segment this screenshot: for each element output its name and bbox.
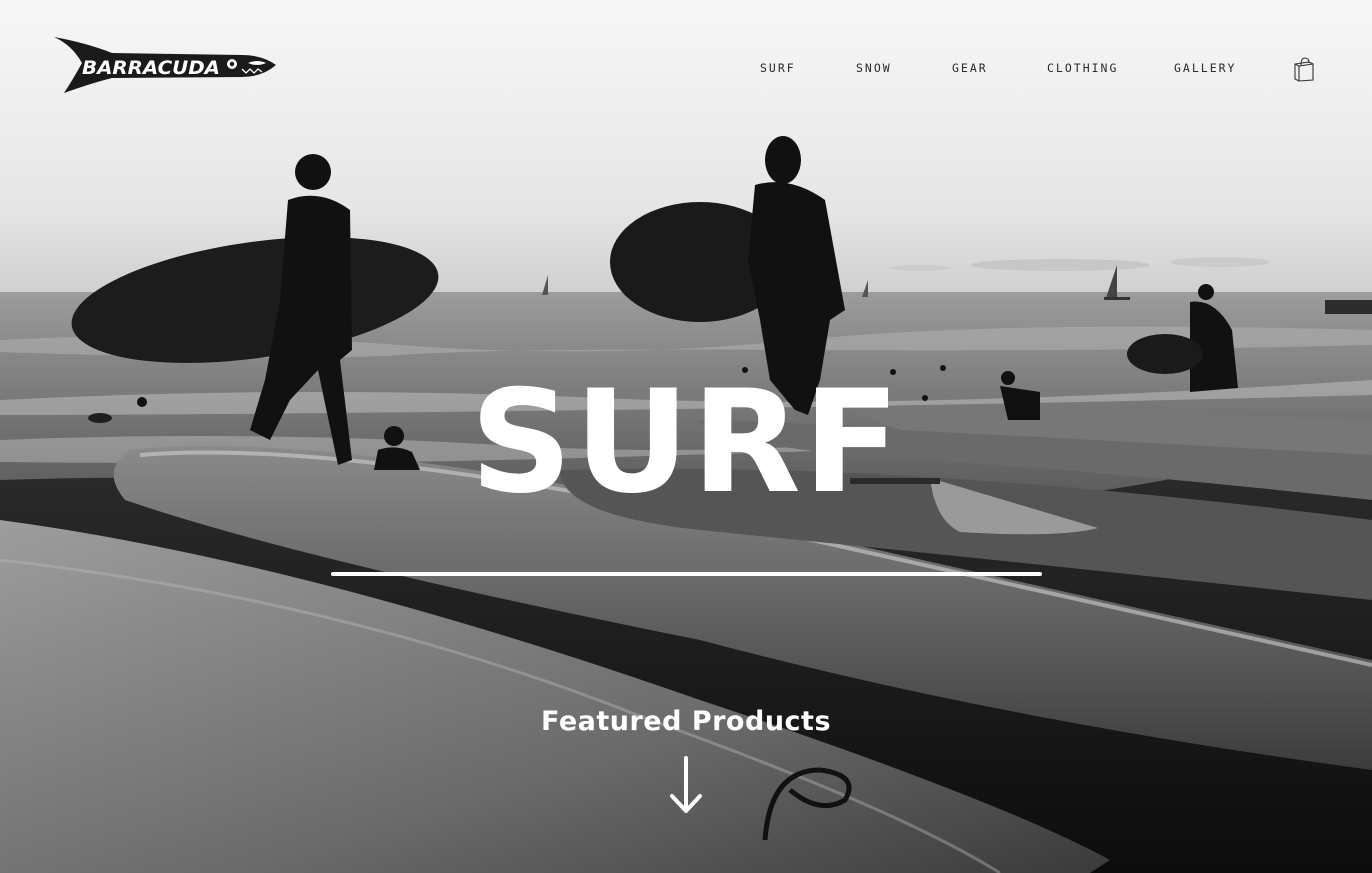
hero-section: BARRACUDA SURF SNOW GEAR CLOTHING GALLER… xyxy=(0,0,1372,873)
shopping-bag-icon[interactable] xyxy=(1292,56,1316,82)
nav-item-surf[interactable]: SURF xyxy=(760,61,796,75)
nav-item-snow[interactable]: SNOW xyxy=(856,61,892,75)
arrow-down-icon[interactable] xyxy=(668,756,704,814)
hero-title: SURF xyxy=(470,360,902,525)
hero-divider xyxy=(331,572,1042,576)
nav-item-gear[interactable]: GEAR xyxy=(952,61,988,75)
main-nav: SURF SNOW GEAR CLOTHING GALLERY xyxy=(0,61,1372,79)
featured-products-link[interactable]: Featured Products xyxy=(0,706,1372,737)
nav-item-clothing[interactable]: CLOTHING xyxy=(1047,61,1118,75)
nav-item-gallery[interactable]: GALLERY xyxy=(1174,61,1236,75)
